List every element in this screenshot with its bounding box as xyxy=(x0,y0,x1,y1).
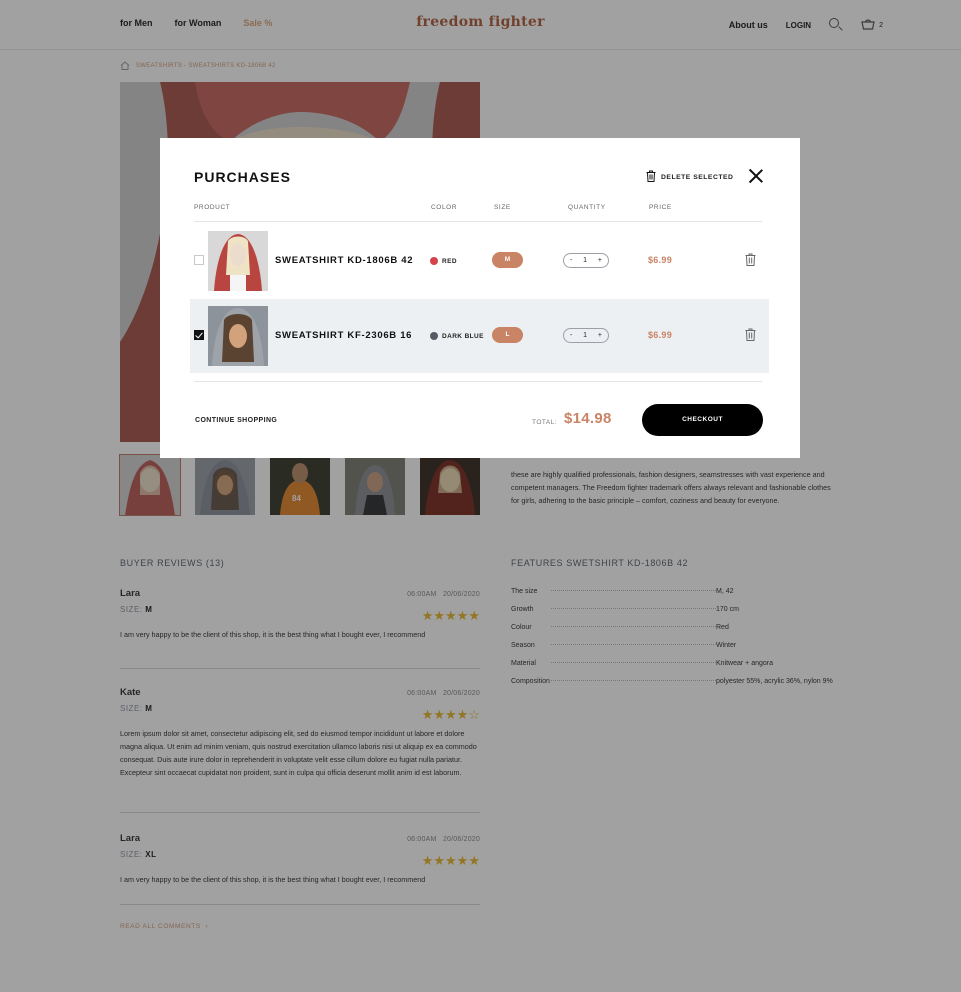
close-icon[interactable] xyxy=(748,168,764,184)
table-header: PRODUCT COLOR SIZE QUANTITY PRICE xyxy=(194,204,762,222)
delete-selected-button[interactable]: DELETE SELECTED xyxy=(646,170,733,184)
cart-row: SWEATSHIRT KD-1806B 42 RED M - 1 + $6.99 xyxy=(190,224,769,298)
total-value: $14.98 xyxy=(564,410,612,427)
checkout-button[interactable]: CHECKOUT xyxy=(642,404,763,436)
col-product: PRODUCT xyxy=(194,204,231,211)
modal-title: PURCHASES xyxy=(194,169,291,185)
size-badge[interactable]: L xyxy=(492,327,523,343)
product-name[interactable]: SWEATSHIRT KF-2306B 16 xyxy=(275,330,412,341)
row-checkbox[interactable] xyxy=(194,255,204,265)
item-price: $6.99 xyxy=(648,255,673,265)
delete-selected-label: DELETE SELECTED xyxy=(661,173,734,181)
decrease-button[interactable]: - xyxy=(570,257,572,264)
product-name[interactable]: SWEATSHIRT KD-1806B 42 xyxy=(275,255,413,266)
quantity-value: 1 xyxy=(583,332,588,339)
quantity-value: 1 xyxy=(583,257,588,264)
product-color: DARK BLUE xyxy=(430,332,484,340)
col-color: COLOR xyxy=(431,204,458,211)
cart-row: SWEATSHIRT KF-2306B 16 DARK BLUE L - 1 +… xyxy=(190,299,769,373)
trash-icon[interactable] xyxy=(745,328,756,346)
total-label: TOTAL: xyxy=(532,419,558,426)
increase-button[interactable]: + xyxy=(598,257,602,264)
product-thumbnail xyxy=(208,306,268,366)
purchases-modal: PURCHASES DELETE SELECTED PRODUCT COLOR … xyxy=(160,138,800,458)
product-thumbnail xyxy=(208,231,268,291)
color-swatch xyxy=(430,332,438,340)
decrease-button[interactable]: - xyxy=(570,332,572,339)
row-checkbox[interactable] xyxy=(194,330,204,340)
col-size: SIZE xyxy=(494,204,511,211)
increase-button[interactable]: + xyxy=(598,332,602,339)
continue-shopping-link[interactable]: CONTINUE SHOPPING xyxy=(195,417,277,424)
item-price: $6.99 xyxy=(648,330,673,340)
color-swatch xyxy=(430,257,438,265)
col-price: PRICE xyxy=(649,204,672,211)
size-badge[interactable]: M xyxy=(492,252,523,268)
col-quantity: QUANTITY xyxy=(568,204,606,211)
trash-icon[interactable] xyxy=(745,253,756,271)
product-color: RED xyxy=(430,257,457,265)
quantity-stepper: - 1 + xyxy=(563,253,609,268)
divider xyxy=(194,381,762,382)
quantity-stepper: - 1 + xyxy=(563,328,609,343)
trash-icon xyxy=(646,170,656,184)
